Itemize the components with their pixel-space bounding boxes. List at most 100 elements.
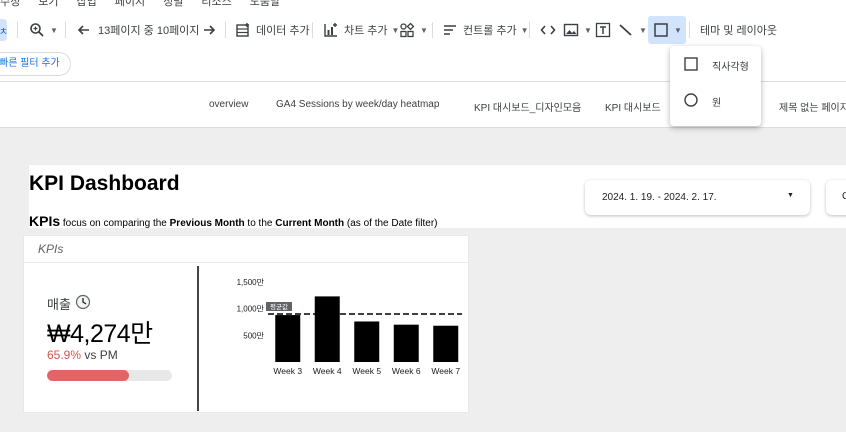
shape-button[interactable]: ▼ bbox=[648, 16, 686, 44]
image-icon bbox=[562, 21, 580, 39]
tab-kpi-dashboard[interactable]: KPI 대시보드 bbox=[605, 99, 661, 114]
add-data-button[interactable]: 데이터 추가 bbox=[230, 16, 314, 44]
add-control-label: 컨트롤 추가 bbox=[463, 25, 517, 37]
second-control[interactable]: C bbox=[826, 180, 846, 215]
next-page-button[interactable] bbox=[196, 16, 222, 44]
y-tick-label: 500만 bbox=[243, 331, 264, 340]
add-data-label: 데이터 추가 bbox=[256, 25, 310, 37]
menu-arrange[interactable]: 정렬 bbox=[163, 0, 183, 10]
menu-help[interactable]: 도움말 bbox=[250, 0, 280, 10]
arrow-left-icon bbox=[75, 21, 93, 39]
bar bbox=[393, 324, 419, 362]
subtitle-text-1: focus on comparing the bbox=[60, 218, 170, 229]
circle-icon bbox=[684, 92, 698, 110]
clock-icon bbox=[75, 294, 91, 313]
quick-filter-button[interactable]: 빠른 필터 추가 bbox=[0, 52, 71, 76]
toolbar-divider bbox=[65, 22, 66, 38]
toolbar-divider bbox=[17, 22, 18, 38]
bar bbox=[314, 296, 340, 362]
select-mode-button[interactable]: ㅊ bbox=[0, 19, 9, 41]
add-control-button[interactable]: 컨트롤 추가 ▼ bbox=[437, 16, 533, 44]
line-button[interactable]: ▼ bbox=[613, 16, 651, 44]
square-icon bbox=[652, 21, 670, 39]
y-tick-label: 1,000만 bbox=[237, 305, 265, 314]
x-tick-label: Week 7 bbox=[431, 366, 460, 376]
kpi-card-header: KPIs bbox=[24, 236, 468, 263]
y-tick-label: 1,500만 bbox=[237, 278, 265, 287]
x-tick-label: Week 5 bbox=[352, 366, 381, 376]
toolbar-divider bbox=[312, 22, 313, 38]
menu-view[interactable]: 보기 bbox=[38, 0, 58, 10]
progress-bar bbox=[47, 370, 172, 381]
arrow-right-icon bbox=[200, 21, 218, 39]
toolbar-divider bbox=[225, 22, 226, 38]
add-chart-label: 차트 추가 bbox=[344, 25, 388, 37]
toolbar-divider bbox=[689, 22, 690, 38]
menu-bar: 수정 보기 삽입 페이지 정렬 리소스 도움말 bbox=[0, 0, 846, 10]
toolbar-divider bbox=[529, 22, 530, 38]
metric-change: 65.9% vs PM bbox=[47, 348, 118, 362]
chevron-down-icon: ▼ bbox=[520, 25, 529, 35]
zoom-button[interactable]: ▼ bbox=[24, 16, 62, 44]
date-range-control[interactable]: 2024. 1. 19. - 2024. 2. 17. ▼ bbox=[585, 180, 810, 215]
chevron-down-icon: ▼ bbox=[420, 25, 428, 35]
tab-untitled[interactable]: 제목 없는 페이지 bbox=[779, 99, 846, 114]
second-control-label: C bbox=[842, 191, 846, 202]
select-mode-label: ㅊ bbox=[0, 26, 9, 38]
metric-label: 매출 bbox=[47, 294, 91, 313]
add-chart-button[interactable]: 차트 추가 ▼ bbox=[318, 16, 403, 44]
shape-menu-rectangle[interactable]: 직사각형 bbox=[670, 50, 761, 80]
metric-value: ₩4,274만 bbox=[47, 320, 153, 348]
tab-ga4-heatmap[interactable]: GA4 Sessions by week/day heatmap bbox=[276, 99, 439, 110]
bar bbox=[354, 321, 380, 362]
background-area bbox=[469, 228, 846, 432]
add-data-icon bbox=[234, 21, 252, 39]
tab-kpi-design[interactable]: KPI 대시보드_디자인모음 bbox=[474, 99, 581, 114]
page-indicator: 13페이지 중 10페이지 bbox=[98, 25, 200, 37]
vertical-divider bbox=[197, 266, 199, 411]
chevron-down-icon: ▼ bbox=[639, 25, 647, 35]
subtitle-previous-month: Previous Month bbox=[169, 218, 245, 229]
community-viz-button[interactable]: ▼ bbox=[394, 16, 432, 44]
shape-menu-circle[interactable]: 원 bbox=[670, 86, 761, 116]
shape-menu-circle-label: 원 bbox=[712, 97, 722, 109]
zoom-icon bbox=[28, 21, 46, 39]
report-page: KPI Dashboard KPIs focus on comparing th… bbox=[0, 165, 846, 432]
theme-layout-button[interactable]: 테마 및 레이아웃 bbox=[696, 16, 781, 44]
components-icon bbox=[398, 21, 416, 39]
progress-fill bbox=[47, 370, 130, 381]
filter-lines-icon bbox=[441, 21, 459, 39]
bar bbox=[275, 315, 301, 362]
change-suffix: vs PM bbox=[81, 348, 118, 362]
subtitle-current-month: Current Month bbox=[275, 218, 345, 229]
date-range-value: 2024. 1. 19. - 2024. 2. 17. bbox=[602, 192, 717, 203]
report-canvas: KPI Dashboard KPIs focus on comparing th… bbox=[0, 128, 846, 432]
weekly-bar-chart: 1,500만 1,000만 500만 Week 3 Week 4 Week 5 Week 6… bbox=[237, 278, 462, 376]
metric-label-text: 매출 bbox=[47, 297, 71, 312]
code-icon bbox=[539, 21, 557, 39]
shape-menu: 직사각형 원 bbox=[670, 46, 761, 126]
x-tick-label: Week 4 bbox=[313, 366, 342, 376]
square-icon bbox=[684, 56, 698, 74]
menu-page[interactable]: 페이지 bbox=[115, 0, 145, 10]
x-tick-label: Week 6 bbox=[392, 366, 421, 376]
chevron-down-icon: ▼ bbox=[50, 25, 58, 35]
page-subtitle: KPIs focus on comparing the Previous Mon… bbox=[29, 213, 438, 229]
menu-edit[interactable]: 수정 bbox=[0, 0, 20, 10]
toolbar-divider bbox=[432, 22, 433, 38]
chevron-down-icon: ▼ bbox=[674, 25, 682, 35]
toolbar: ㅊ ▼ 13페이지 중 10페이지 데이터 추가 차트 추가 ▼ ▼ 컨트롤 추… bbox=[0, 10, 846, 50]
kpi-card[interactable]: KPIs 매출 ₩4,274만 65.9% vs PM 1,500만 1,000만… bbox=[23, 235, 469, 413]
chevron-down-icon: ▼ bbox=[787, 192, 794, 199]
menu-insert[interactable]: 삽입 bbox=[77, 0, 97, 10]
x-tick-label: Week 3 bbox=[273, 366, 302, 376]
page-title: KPI Dashboard bbox=[29, 172, 180, 195]
subtitle-text-3: (as of the Date filter) bbox=[344, 218, 438, 229]
average-label: 평균값 bbox=[270, 302, 288, 311]
line-icon bbox=[617, 21, 635, 39]
text-box-icon bbox=[594, 21, 612, 39]
subtitle-text-2: to the bbox=[244, 218, 276, 229]
tab-overview[interactable]: overview bbox=[209, 99, 248, 110]
menu-resource[interactable]: 리소스 bbox=[201, 0, 231, 10]
shape-menu-rectangle-label: 직사각형 bbox=[712, 61, 749, 73]
